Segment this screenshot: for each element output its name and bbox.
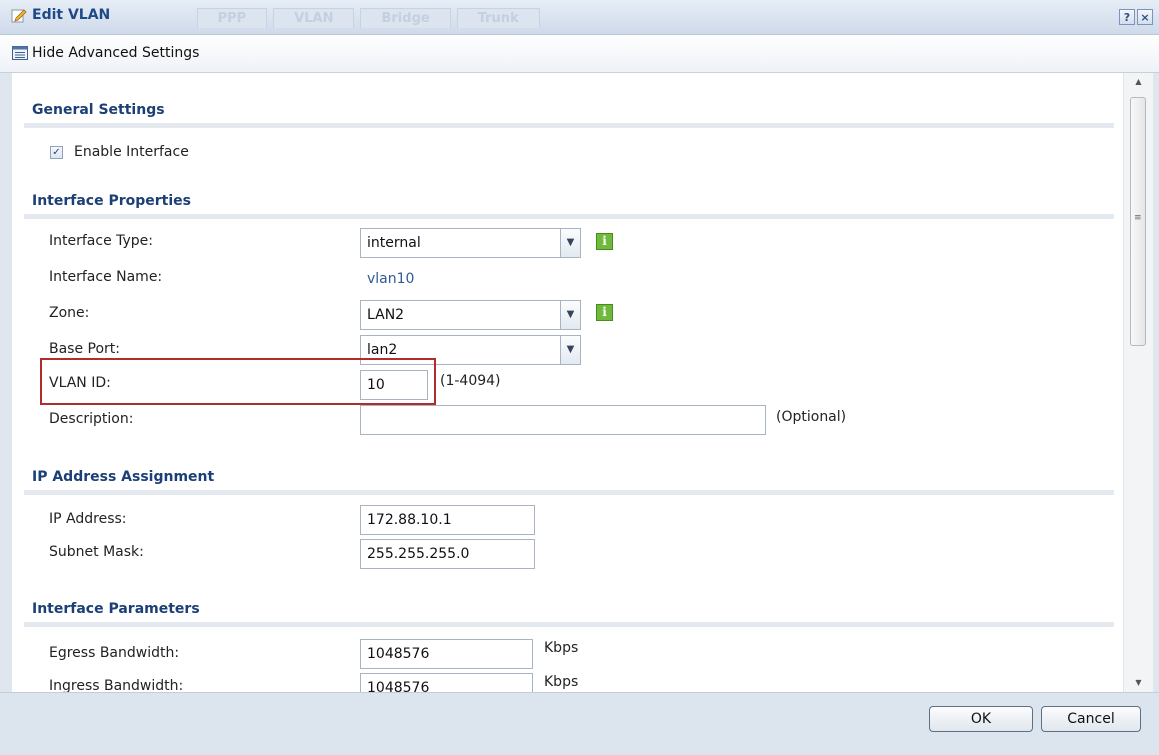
subnet-mask-label: Subnet Mask: bbox=[49, 544, 144, 560]
base-port-value: lan2 bbox=[367, 342, 398, 358]
chevron-down-icon[interactable]: ▼ bbox=[560, 300, 581, 330]
section-divider bbox=[24, 214, 1114, 219]
ingress-bandwidth-label: Ingress Bandwidth: bbox=[49, 678, 184, 692]
interface-type-value: internal bbox=[367, 235, 421, 251]
cancel-button[interactable]: Cancel bbox=[1041, 706, 1141, 732]
background-tab: VLAN bbox=[273, 8, 355, 28]
dialog-title-bar: PPP PPP VLAN Bridge Trunk Edit VLAN ? × bbox=[0, 0, 1159, 35]
section-divider bbox=[24, 123, 1114, 128]
background-tabs: PPP PPP VLAN Bridge Trunk bbox=[120, 8, 540, 28]
dialog-footer: OK Cancel bbox=[0, 692, 1159, 755]
ip-address-input[interactable]: 172.88.10.1 bbox=[360, 505, 535, 535]
section-divider bbox=[24, 490, 1114, 495]
toolbar: Hide Advanced Settings bbox=[0, 35, 1159, 73]
vlan-id-range-hint: (1-4094) bbox=[440, 373, 501, 389]
scrollbar-thumb[interactable]: ≡ bbox=[1130, 97, 1146, 346]
scroll-down-arrow-icon[interactable]: ▼ bbox=[1124, 674, 1153, 692]
description-input[interactable] bbox=[360, 405, 766, 435]
info-icon[interactable]: i bbox=[596, 304, 613, 321]
vlan-id-input[interactable]: 10 bbox=[360, 370, 428, 400]
description-label: Description: bbox=[49, 411, 134, 427]
chevron-down-icon[interactable]: ▼ bbox=[560, 228, 581, 258]
edit-icon bbox=[11, 9, 27, 23]
section-title-ip-address-assignment: IP Address Assignment bbox=[32, 469, 215, 485]
list-icon bbox=[12, 46, 28, 60]
zone-value: LAN2 bbox=[367, 307, 405, 323]
dialog-title-text: Edit VLAN bbox=[32, 7, 111, 23]
info-icon[interactable]: i bbox=[596, 233, 613, 250]
vertical-scrollbar[interactable]: ▲ ≡ ▼ bbox=[1123, 73, 1153, 692]
form-panel: General Settings ✓ Enable Interface Inte… bbox=[12, 73, 1123, 692]
enable-interface-label: Enable Interface bbox=[74, 144, 189, 160]
ip-address-label: IP Address: bbox=[49, 511, 127, 527]
egress-bandwidth-input[interactable]: 1048576 bbox=[360, 639, 533, 669]
background-tab: Trunk bbox=[456, 8, 540, 28]
subnet-mask-input[interactable]: 255.255.255.0 bbox=[360, 539, 535, 569]
section-divider bbox=[24, 622, 1114, 627]
grip-icon: ≡ bbox=[1134, 213, 1142, 223]
ingress-bandwidth-input[interactable]: 1048576 bbox=[360, 673, 533, 692]
dialog-title: Edit VLAN bbox=[11, 5, 110, 25]
help-button[interactable]: ? bbox=[1119, 9, 1135, 25]
section-title-interface-parameters: Interface Parameters bbox=[32, 601, 200, 617]
vlan-id-label: VLAN ID: bbox=[49, 375, 111, 391]
zone-select[interactable]: LAN2 ▼ bbox=[360, 300, 581, 330]
ingress-bandwidth-unit: Kbps bbox=[544, 674, 579, 690]
background-tab: Bridge bbox=[360, 8, 451, 28]
egress-bandwidth-unit: Kbps bbox=[544, 640, 579, 656]
interface-type-select[interactable]: internal ▼ bbox=[360, 228, 581, 258]
close-button[interactable]: × bbox=[1137, 9, 1153, 25]
egress-bandwidth-label: Egress Bandwidth: bbox=[49, 645, 180, 661]
section-title-interface-properties: Interface Properties bbox=[32, 193, 191, 209]
zone-label: Zone: bbox=[49, 305, 90, 321]
hide-advanced-settings-button[interactable]: Hide Advanced Settings bbox=[12, 45, 199, 61]
interface-type-label: Interface Type: bbox=[49, 233, 154, 249]
enable-interface-checkbox[interactable]: ✓ bbox=[50, 146, 63, 159]
interface-name-label: Interface Name: bbox=[49, 269, 163, 285]
section-title-general-settings: General Settings bbox=[32, 102, 165, 118]
base-port-label: Base Port: bbox=[49, 341, 121, 357]
background-tab: PPP bbox=[196, 8, 268, 28]
description-optional-hint: (Optional) bbox=[776, 409, 847, 425]
hide-advanced-settings-label: Hide Advanced Settings bbox=[32, 45, 200, 61]
scroll-up-arrow-icon[interactable]: ▲ bbox=[1124, 73, 1153, 91]
interface-name-value: vlan10 bbox=[367, 271, 415, 287]
ok-button[interactable]: OK bbox=[929, 706, 1033, 732]
chevron-down-icon[interactable]: ▼ bbox=[560, 335, 581, 365]
